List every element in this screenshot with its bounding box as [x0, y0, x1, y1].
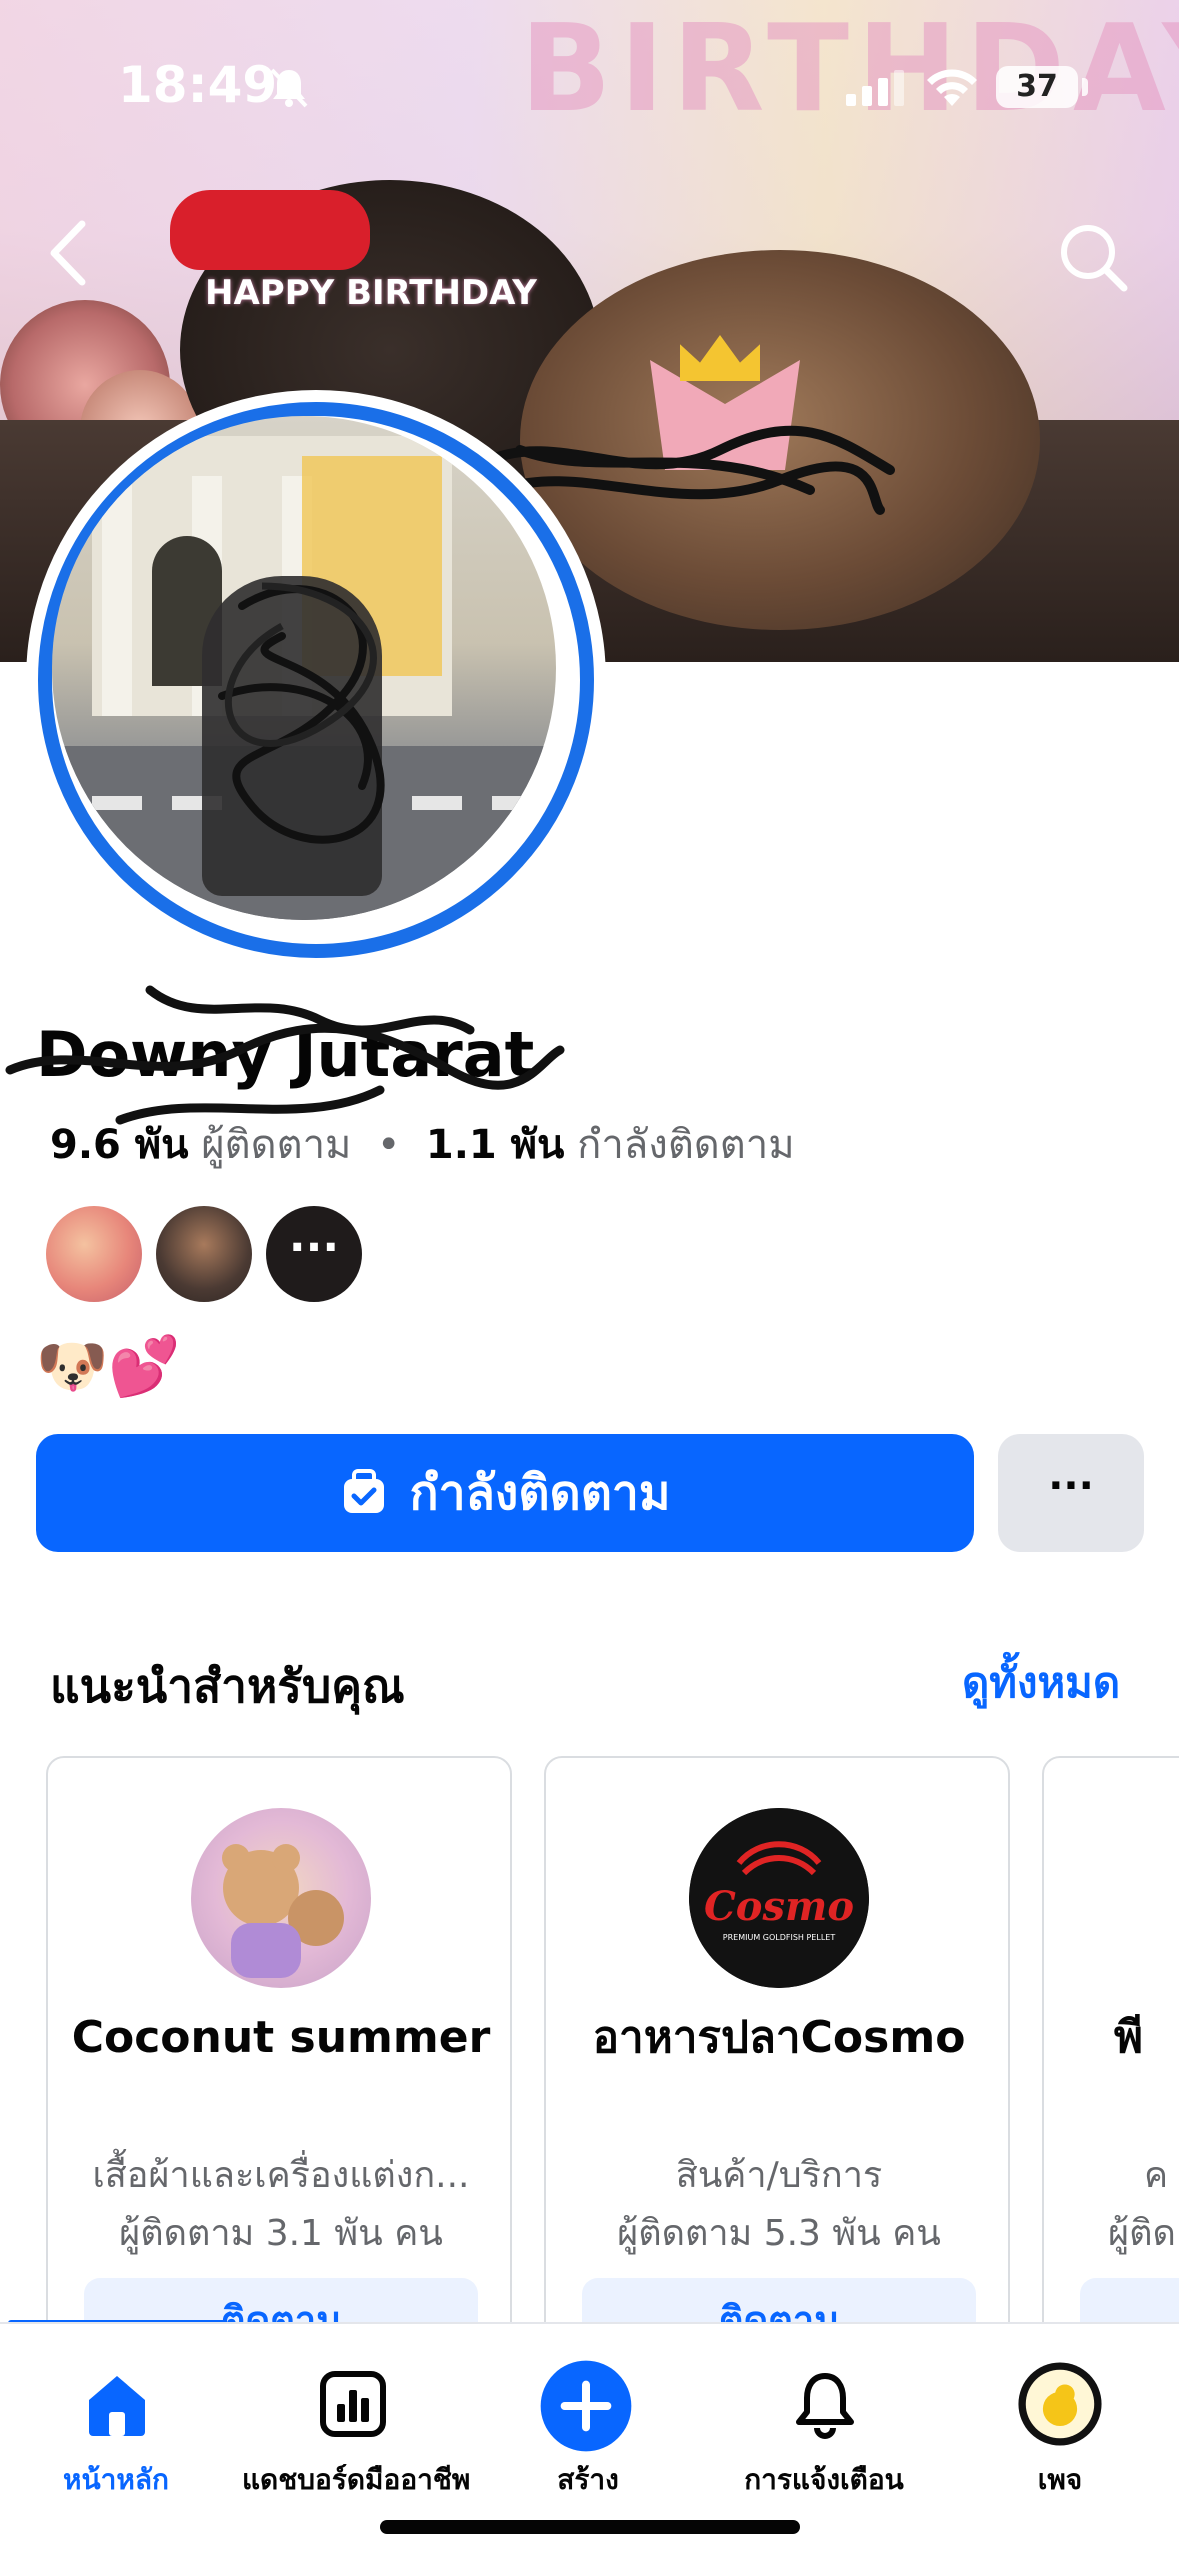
status-bar: 18:49 37	[0, 0, 1179, 150]
tab-notifications[interactable]: การแจ้งเตือน	[714, 2354, 934, 2504]
cover-cake-topper-text: HAPPY BIRTHDAY	[205, 273, 537, 313]
suggestion-card[interactable]: Cosmo PREMIUM GOLDFISH PELLET อาหารปลาCo…	[544, 1756, 1010, 2322]
page-avatar-icon	[1018, 2362, 1102, 2446]
followers-count[interactable]: 9.6 พัน	[50, 1122, 189, 1168]
battery-tip	[1082, 78, 1088, 96]
tab-label: เพจ	[1037, 2463, 1083, 2496]
suggestion-title[interactable]: อาหารปลาCosmo	[566, 2008, 992, 2068]
suggestions-heading: แนะนำสำหรับคุณ	[50, 1659, 405, 1713]
followers-label[interactable]: ผู้ติดตาม	[201, 1122, 351, 1168]
suggestion-card[interactable]: พี ค ผู้ติด	[1042, 1756, 1179, 2322]
tab-label: หน้าหลัก	[63, 2463, 169, 2496]
following-count[interactable]: 1.1 พัน	[426, 1122, 565, 1168]
suggestion-category: ค	[1144, 2155, 1169, 2196]
cosmo-logo-subtext: PREMIUM GOLDFISH PELLET	[723, 1933, 836, 1942]
page-avatar[interactable]	[191, 1808, 371, 1988]
dashboard-icon	[320, 2371, 386, 2437]
stats-separator: •	[376, 1122, 401, 1168]
profile-stats: 9.6 พัน ผู้ติดตาม • 1.1 พัน กำลังติดตาม	[50, 1112, 795, 1176]
following-button-label: กำลังติดตาม	[409, 1465, 671, 1521]
home-indicator[interactable]	[380, 2520, 800, 2534]
more-options-button[interactable]: ···	[998, 1434, 1144, 1552]
cellular-signal-icon	[846, 70, 904, 106]
bell-muted-icon	[270, 68, 308, 108]
tab-label: การแจ้งเตือน	[744, 2463, 904, 2496]
create-plus-icon	[540, 2360, 632, 2452]
teddy-bear-image	[222, 1844, 344, 1978]
suggestion-title[interactable]: พี	[1114, 2008, 1179, 2068]
search-icon[interactable]	[1056, 220, 1130, 294]
bell-icon	[796, 2373, 854, 2439]
status-time: 18:49	[118, 56, 278, 114]
profile-bio: 🐶💕	[36, 1332, 181, 1400]
photo-crosswalk	[92, 796, 142, 810]
following-label[interactable]: กำลังติดตาม	[577, 1122, 794, 1168]
following-check-icon	[343, 1469, 384, 1513]
suggestion-followers: ผู้ติด	[1108, 2213, 1176, 2254]
suggestion-card[interactable]: Coconut summer เสื้อผ้าและเครื่องแต่งก..…	[46, 1756, 512, 2322]
friend-avatar[interactable]	[156, 1206, 252, 1302]
see-all-link[interactable]: ดูทั้งหมด	[962, 1650, 1120, 1716]
battery-indicator: 37	[996, 66, 1078, 108]
tab-label: สร้าง	[557, 2463, 619, 2496]
back-arrow-icon[interactable]	[40, 218, 100, 288]
suggestion-category: เสื้อผ้าและเครื่องแต่งก...	[92, 2155, 470, 2196]
suggestion-category: สินค้า/บริการ	[675, 2155, 883, 2196]
cosmo-logo-text: Cosmo	[704, 1883, 854, 1930]
photo-column	[102, 476, 132, 716]
tab-dashboard[interactable]: แดชบอร์ดมืออาชีพ	[242, 2354, 471, 2504]
wifi-icon	[927, 69, 977, 106]
page-avatar[interactable]: Cosmo PREMIUM GOLDFISH PELLET	[689, 1808, 869, 1988]
suggestion-followers: ผู้ติดตาม 5.3 พัน คน	[617, 2213, 941, 2254]
following-button[interactable]: กำลังติดตาม	[36, 1434, 974, 1552]
friend-avatar[interactable]	[46, 1206, 142, 1302]
tab-home[interactable]: หน้าหลัก	[6, 2354, 226, 2504]
suggestion-title[interactable]: Coconut summer	[68, 2008, 494, 2068]
tab-create[interactable]: สร้าง	[478, 2354, 698, 2504]
photo-crosswalk	[492, 796, 542, 810]
profile-photo	[52, 416, 556, 920]
home-icon	[89, 2376, 145, 2436]
tab-page[interactable]: เพจ	[950, 2354, 1170, 2504]
follow-suggestion-button[interactable]: ติดตาม	[582, 2278, 976, 2322]
suggestion-followers: ผู้ติดตาม 3.1 พัน คน	[119, 2213, 443, 2254]
more-friends-button[interactable]: ···	[266, 1206, 362, 1302]
suggestion-carousel[interactable]: Coconut summer เสื้อผ้าและเครื่องแต่งก..…	[0, 1756, 1179, 2322]
follow-suggestion-button[interactable]: ติดตาม	[84, 2278, 478, 2322]
tab-label: แดชบอร์ดมืออาชีพ	[242, 2463, 471, 2496]
cover-red-bow	[170, 190, 370, 270]
redaction-scribble	[218, 582, 385, 844]
follow-suggestion-button[interactable]	[1080, 2278, 1179, 2322]
profile-picture[interactable]	[26, 390, 606, 970]
cosmo-logo: Cosmo PREMIUM GOLDFISH PELLET	[689, 1808, 869, 1988]
